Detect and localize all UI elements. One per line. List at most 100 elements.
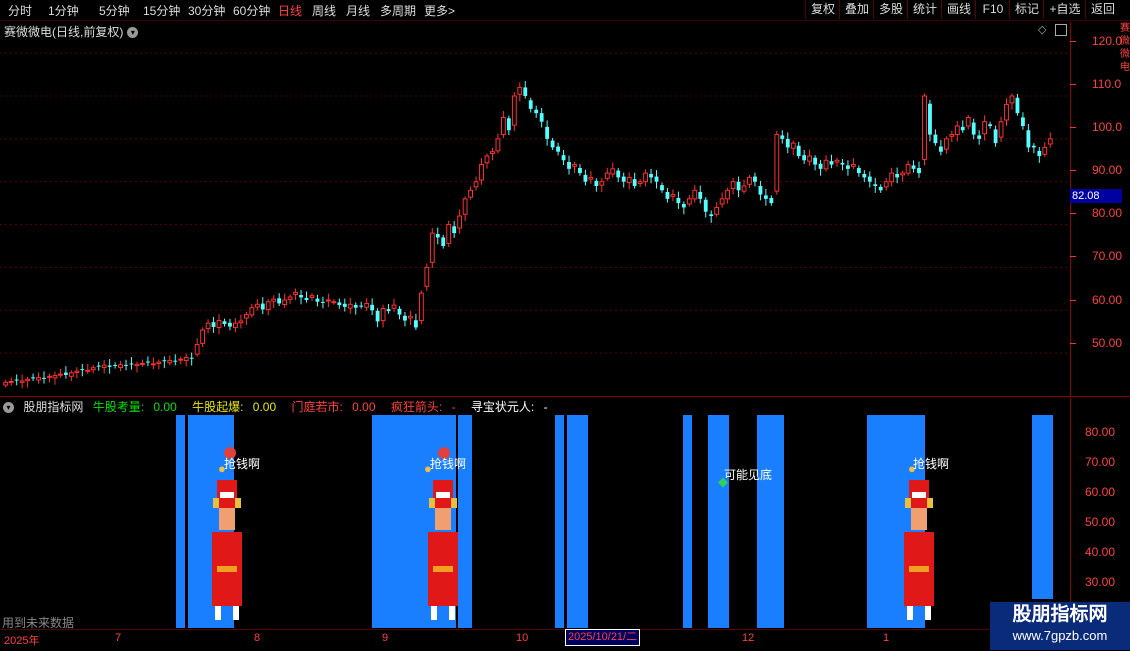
candle <box>162 356 167 369</box>
price-axis-label: 100.0 <box>1092 120 1123 134</box>
mark-button[interactable]: 标记 <box>1009 0 1044 19</box>
candle-body <box>25 378 31 382</box>
multi-stock-button[interactable]: 多股 <box>873 0 908 19</box>
candle <box>315 294 320 307</box>
candle <box>911 160 916 173</box>
candle-body <box>1021 117 1025 126</box>
figure-icon <box>210 480 244 620</box>
candle-body <box>1031 145 1036 148</box>
indicator-value-2: 牛股起爆: 0.00 <box>192 400 277 414</box>
period-15min[interactable]: 15分钟 <box>143 2 180 19</box>
candle-body <box>1015 97 1020 114</box>
candle-body <box>850 164 856 167</box>
period-more[interactable]: 更多> <box>424 2 455 19</box>
period-5min[interactable]: 5分钟 <box>99 2 130 19</box>
period-intraday[interactable]: 分时 <box>8 2 32 19</box>
statistics-button[interactable]: 统计 <box>907 0 942 19</box>
candle-body <box>96 365 101 367</box>
candle-body <box>265 301 271 311</box>
date-label: 2025年 <box>4 635 40 647</box>
candle <box>780 130 785 144</box>
candle <box>511 92 517 131</box>
candle <box>796 141 801 159</box>
back-button[interactable]: 返回 <box>1085 0 1120 19</box>
candle-body <box>156 361 162 365</box>
candle-body <box>813 157 818 165</box>
candle-body <box>309 295 315 298</box>
candle-body <box>118 364 123 368</box>
window-icon[interactable] <box>1055 24 1067 36</box>
candle <box>1009 93 1015 110</box>
candle <box>960 120 965 133</box>
candle-body <box>189 357 194 359</box>
candle-body <box>954 125 960 136</box>
period-multi[interactable]: 多周期 <box>380 2 416 19</box>
candle-body <box>52 374 58 379</box>
candle-body <box>90 367 96 371</box>
candle-body <box>101 364 107 369</box>
price-axis-label: 120.0 <box>1092 34 1123 48</box>
candle <box>101 360 107 374</box>
candle <box>271 295 277 309</box>
candle <box>790 140 796 156</box>
period-30min[interactable]: 30分钟 <box>188 2 225 19</box>
candle-body <box>222 321 227 324</box>
candle-body <box>173 360 178 362</box>
candle-body <box>905 164 911 174</box>
candle <box>649 168 653 184</box>
candle <box>205 319 211 334</box>
indicator-bar <box>458 415 472 628</box>
candle-body <box>107 365 112 367</box>
draw-line-button[interactable]: 画线 <box>941 0 976 19</box>
watermark: 股朋指标网 www.7gpzb.com <box>990 602 1130 650</box>
candle <box>293 288 298 301</box>
candle-body <box>321 301 325 303</box>
candle <box>42 371 46 384</box>
f10-button[interactable]: F10 <box>975 0 1010 19</box>
chevron-down-icon[interactable]: ▾ <box>3 402 14 414</box>
candle <box>233 318 238 333</box>
candle-body <box>146 361 150 363</box>
candle <box>785 132 790 154</box>
candle-body <box>911 165 916 169</box>
candle-body <box>347 303 353 309</box>
candle <box>36 372 41 384</box>
candle-body <box>282 299 288 305</box>
candle <box>523 81 528 99</box>
add-watchlist-button[interactable]: +自选 <box>1043 0 1086 19</box>
candle-body <box>3 381 9 386</box>
candle-body <box>380 308 386 322</box>
candle <box>900 170 906 182</box>
candle-body <box>588 176 594 180</box>
candle <box>146 356 150 367</box>
candle <box>243 312 249 325</box>
diamond-icon[interactable]: ◇ <box>1038 23 1046 36</box>
indicator-bar <box>708 415 729 628</box>
candle-body <box>583 174 588 182</box>
candle-body <box>418 292 424 322</box>
marker-label: 抢钱啊 <box>913 457 950 471</box>
candle <box>468 186 473 200</box>
indicator-bar <box>1032 415 1053 599</box>
period-weekly[interactable]: 周线 <box>312 2 336 19</box>
period-60min[interactable]: 60分钟 <box>233 2 270 19</box>
candle <box>479 158 484 185</box>
candle <box>698 185 703 204</box>
indicator-bar <box>567 415 588 628</box>
indicator-bar <box>555 415 564 628</box>
period-daily[interactable]: 日线 <box>278 2 302 19</box>
candle <box>113 362 118 369</box>
candle <box>802 150 807 164</box>
price-axis-tick <box>1070 213 1076 214</box>
candle <box>304 291 309 303</box>
period-1min[interactable]: 1分钟 <box>48 2 79 19</box>
period-monthly[interactable]: 月线 <box>346 2 370 19</box>
candle <box>578 164 582 176</box>
candle-body <box>977 135 982 139</box>
candle-body <box>567 162 571 169</box>
restore-rights-button[interactable]: 复权 <box>805 0 840 19</box>
candle-body <box>736 181 741 191</box>
overlay-button[interactable]: 叠加 <box>839 0 874 19</box>
candle-body <box>271 298 277 302</box>
candle <box>616 168 621 183</box>
